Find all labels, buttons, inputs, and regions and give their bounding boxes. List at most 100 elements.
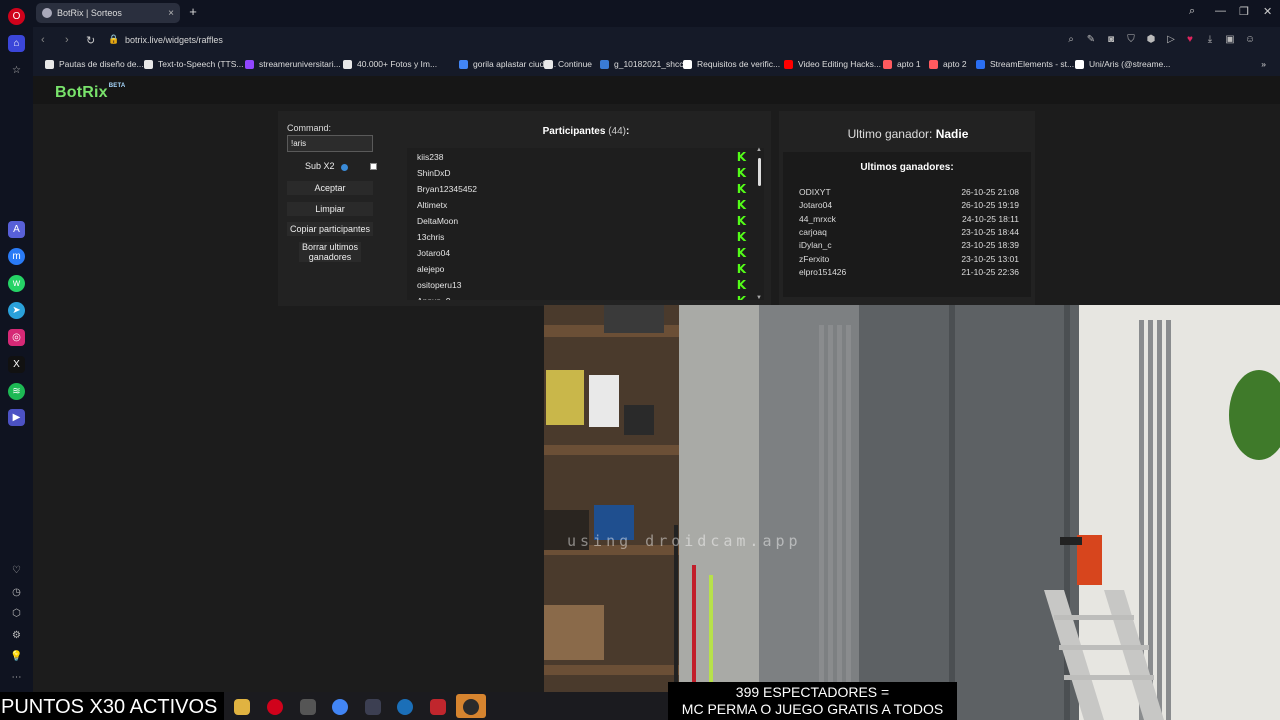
- scroll-up-icon[interactable]: ▲: [756, 147, 762, 153]
- bookmark-item[interactable]: Text-to-Speech (TTS...: [144, 59, 244, 69]
- new-tab-button[interactable]: +: [186, 5, 200, 19]
- player-icon[interactable]: ▶: [8, 409, 25, 426]
- kick-platform-icon: K: [736, 278, 746, 292]
- participant-row[interactable]: Bryan12345452 K: [407, 180, 755, 196]
- bookmark-item[interactable]: StreamElements - st...: [976, 59, 1074, 69]
- participant-row[interactable]: alejepo K: [407, 260, 755, 276]
- download-icon[interactable]: ⤓: [1204, 34, 1216, 46]
- search-tabs-icon[interactable]: ⌕: [1189, 5, 1195, 18]
- history-icon[interactable]: ◷: [8, 584, 25, 601]
- winner-name: Jotaro04: [799, 200, 833, 211]
- search-icon[interactable]: ⌕: [1065, 34, 1077, 46]
- bookmark-item[interactable]: apto 1: [883, 59, 921, 69]
- participants-list[interactable]: kiis238 K ShinDxD K Bryan12345452 K Altimetx K D…: [407, 148, 755, 300]
- app-icon[interactable]: [300, 699, 316, 715]
- file-explorer-icon[interactable]: [234, 699, 250, 715]
- opera-taskbar-icon[interactable]: [267, 699, 283, 715]
- bookmark-item[interactable]: 40.000+ Fotos y Im...: [343, 59, 437, 69]
- star-icon[interactable]: ☆: [8, 62, 25, 79]
- bookmark-item[interactable]: apto 2: [929, 59, 967, 69]
- minimize-icon[interactable]: —: [1215, 5, 1226, 17]
- copy-participants-button[interactable]: Copiar participantes: [287, 222, 373, 236]
- info-icon[interactable]: [341, 164, 348, 171]
- participant-row[interactable]: 13chris K: [407, 228, 755, 244]
- shield-icon[interactable]: ⛉: [1125, 34, 1137, 46]
- command-input[interactable]: [287, 135, 373, 152]
- botrix-logo[interactable]: BotRixBETA: [55, 83, 125, 102]
- participant-row[interactable]: Annxn_9 K: [407, 292, 755, 300]
- spotify-icon[interactable]: ≋: [8, 383, 25, 400]
- scroll-thumb[interactable]: [758, 158, 761, 186]
- bookmarks-overflow[interactable]: »: [1261, 59, 1266, 69]
- vpn-icon[interactable]: ⬢: [1145, 34, 1157, 46]
- x-icon[interactable]: X: [8, 356, 25, 373]
- winner-name: 44_mrxck: [799, 213, 836, 224]
- bookmark-item[interactable]: g_10182021_shcc: [600, 59, 683, 69]
- back-icon[interactable]: ‹: [41, 34, 45, 46]
- bookmark-item[interactable]: gorila aplastar ciuda...: [459, 59, 556, 69]
- tab-botrix[interactable]: BotRix | Sorteos ×: [36, 3, 180, 23]
- favorite-heart-icon[interactable]: ♥: [1184, 34, 1196, 46]
- messenger-icon[interactable]: m: [8, 248, 25, 265]
- tab-title: BotRix | Sorteos: [57, 8, 122, 18]
- participant-row[interactable]: ShinDxD K: [407, 164, 755, 180]
- chrome-icon[interactable]: [332, 699, 348, 715]
- obs-icon[interactable]: [463, 699, 479, 715]
- play-icon[interactable]: ▷: [1165, 34, 1177, 46]
- heart-icon[interactable]: ♡: [8, 562, 25, 579]
- camera-icon[interactable]: ◙: [1105, 34, 1117, 46]
- maximize-icon[interactable]: ❐: [1239, 5, 1249, 18]
- aria-icon[interactable]: A: [8, 221, 25, 238]
- participant-name: Jotaro04: [417, 248, 451, 258]
- tab-bar: BotRix | Sorteos × + ⌕ — ❐ ✕: [33, 0, 1280, 27]
- accept-button[interactable]: Aceptar: [287, 181, 373, 195]
- tab-close-icon[interactable]: ×: [168, 8, 174, 19]
- extensions-box-icon[interactable]: ▣: [1224, 34, 1236, 46]
- calculator-icon[interactable]: [365, 699, 381, 715]
- bookmark-item[interactable]: Video Editing Hacks...: [784, 59, 881, 69]
- participants-count: (44): [608, 126, 627, 137]
- edit-icon[interactable]: ✎: [1085, 34, 1097, 46]
- participant-row[interactable]: DeltaMoon K: [407, 212, 755, 228]
- participant-row[interactable]: Altimetx K: [407, 196, 755, 212]
- last-winners-box: Ultimos ganadores: ODIXYT 26-10-25 21:08 J…: [783, 152, 1031, 297]
- more-icon[interactable]: ⋯: [8, 669, 25, 686]
- bookmark-item[interactable]: Continue: [544, 59, 592, 69]
- bookmark-label: Text-to-Speech (TTS...: [158, 59, 244, 69]
- participant-name: Bryan12345452: [417, 184, 478, 194]
- reload-icon[interactable]: ↻: [86, 34, 95, 47]
- steam-icon[interactable]: [397, 699, 413, 715]
- points-banner: PUNTOS X30 ACTIVOS: [0, 695, 224, 720]
- bookmark-label: apto 2: [943, 59, 967, 69]
- telegram-icon[interactable]: ➤: [8, 302, 25, 319]
- url-field[interactable]: botrix.live/widgets/raffles: [125, 35, 223, 45]
- clear-button[interactable]: Limpiar: [287, 202, 373, 216]
- bookmark-item[interactable]: Requisitos de verific...: [683, 59, 780, 69]
- bookmark-item[interactable]: Pautas de diseño de...: [45, 59, 144, 69]
- whatsapp-icon[interactable]: w: [8, 275, 25, 292]
- lightbulb-icon[interactable]: 💡: [8, 648, 25, 665]
- bookmark-favicon-icon: [683, 59, 692, 69]
- opera-logo-icon[interactable]: O: [8, 8, 25, 25]
- game-icon[interactable]: [430, 699, 446, 715]
- bookmark-item[interactable]: Uni/Aris (@streame...: [1075, 59, 1170, 69]
- scroll-down-icon[interactable]: ▼: [756, 295, 762, 301]
- close-window-icon[interactable]: ✕: [1263, 5, 1272, 18]
- participant-row[interactable]: Jotaro04 K: [407, 244, 755, 260]
- participant-row[interactable]: kiis238 K: [407, 148, 755, 164]
- participant-row[interactable]: ositoperu13 K: [407, 276, 755, 292]
- forward-icon[interactable]: ›: [65, 34, 69, 46]
- settings-icon[interactable]: ⚙: [8, 627, 25, 644]
- participants-colon: :: [626, 126, 630, 137]
- instagram-icon[interactable]: ◎: [8, 329, 25, 346]
- participants-scrollbar[interactable]: ▲ ▼: [755, 147, 764, 301]
- sub-x2-checkbox[interactable]: [370, 163, 377, 170]
- bookmark-favicon-icon: [144, 59, 153, 69]
- bookmark-item[interactable]: streameruniversitari...: [245, 59, 341, 69]
- extensions-icon[interactable]: ⬡: [8, 605, 25, 622]
- winner-row: iDylan_c 23-10-25 18:39: [799, 240, 1019, 250]
- participants-title: Participantes (44):: [406, 126, 766, 137]
- profile-icon[interactable]: ☺: [1244, 34, 1256, 46]
- home-icon[interactable]: ⌂: [8, 35, 25, 52]
- delete-winners-button[interactable]: Borrar ultimos ganadores: [299, 242, 361, 262]
